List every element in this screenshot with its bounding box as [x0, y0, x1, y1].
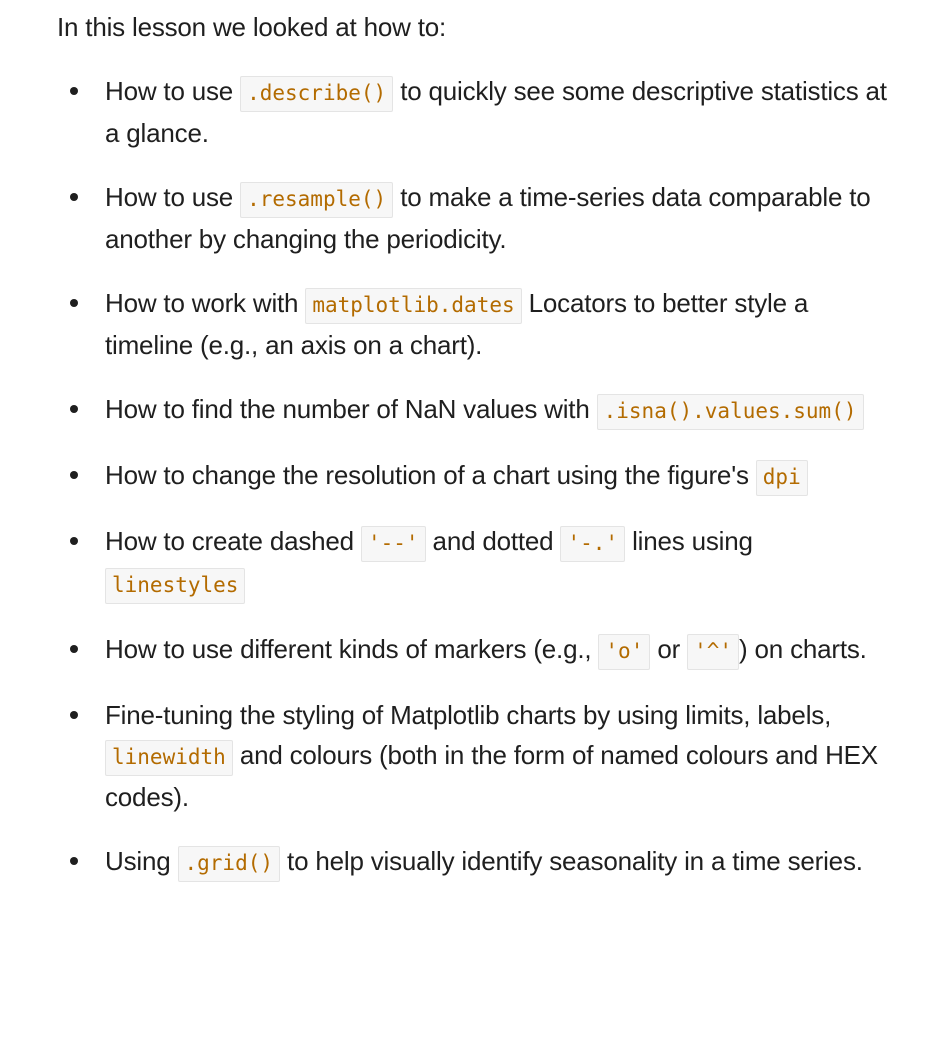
inline-code: .describe() [240, 76, 394, 112]
bullet-icon [70, 471, 78, 479]
list-item: How to find the number of NaN values wit… [57, 389, 897, 431]
item-text: or [650, 634, 688, 664]
inline-code: linestyles [105, 568, 246, 604]
bullet-icon [70, 645, 78, 653]
inline-code: '--' [360, 526, 426, 562]
bullet-icon [70, 537, 78, 545]
list-item: How to change the resolution of a chart … [57, 455, 897, 497]
inline-code: .isna().values.sum() [596, 394, 864, 430]
inline-code: dpi [755, 460, 808, 496]
list-item: How to work with matplotlib.dates Locato… [57, 283, 897, 365]
item-text: How to use [105, 182, 241, 212]
item-text: How to create dashed [105, 526, 361, 556]
list-item: Fine-tuning the styling of Matplotlib ch… [57, 695, 897, 817]
item-text: How to change the resolution of a chart … [105, 460, 756, 490]
item-text: How to find the number of NaN values wit… [105, 394, 597, 424]
inline-code: 'o' [598, 634, 651, 670]
item-text: Using [105, 846, 178, 876]
inline-code: .resample() [240, 182, 394, 218]
item-text: How to work with [105, 288, 306, 318]
list-item: Using .grid() to help visually identify … [57, 841, 897, 883]
list-item: How to create dashed '--' and dotted '-.… [57, 521, 897, 605]
intro-text: In this lesson we looked at how to: [57, 12, 447, 42]
bullet-icon [70, 857, 78, 865]
item-text: and dotted [425, 526, 561, 556]
bullet-icon [70, 299, 78, 307]
bullet-icon [70, 87, 78, 95]
summary-list: How to use .describe() to quickly see so… [57, 71, 897, 883]
item-text: ) on charts. [739, 634, 867, 664]
bullet-icon [70, 405, 78, 413]
bullet-icon [70, 711, 78, 719]
item-text: to help visually identify seasonality in… [280, 846, 863, 876]
item-text: Fine-tuning the styling of Matplotlib ch… [105, 700, 832, 730]
list-item: How to use different kinds of markers (e… [57, 629, 897, 671]
inline-code: linewidth [105, 740, 233, 776]
inline-code: .grid() [177, 846, 281, 882]
list-item: How to use .resample() to make a time-se… [57, 177, 897, 259]
list-item: How to use .describe() to quickly see so… [57, 71, 897, 153]
inline-code: '^' [687, 634, 740, 670]
lesson-summary: In this lesson we looked at how to: How … [57, 0, 897, 907]
item-text: How to use [105, 76, 241, 106]
item-text: How to use different kinds of markers (e… [105, 634, 599, 664]
inline-code: matplotlib.dates [305, 288, 522, 324]
inline-code: '-.' [560, 526, 626, 562]
bullet-icon [70, 193, 78, 201]
item-text: lines using [625, 526, 753, 556]
